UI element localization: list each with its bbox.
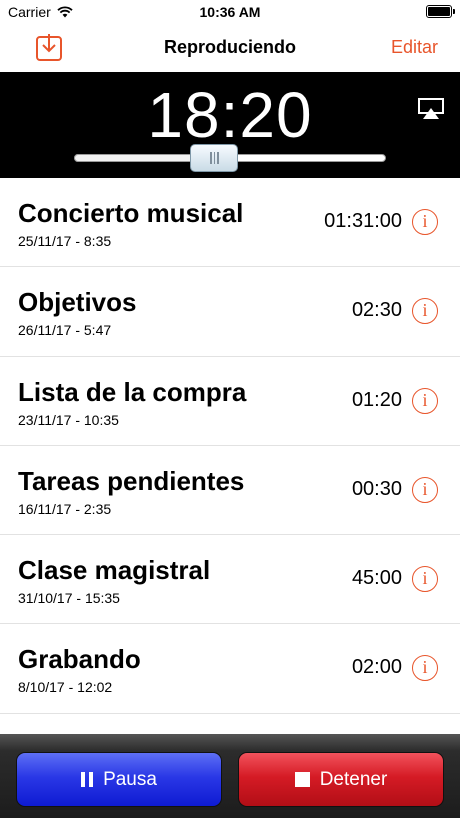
stop-icon <box>294 772 310 787</box>
stop-button[interactable]: Detener <box>238 752 444 807</box>
recording-title: Concierto musical <box>18 198 244 228</box>
info-icon[interactable]: i <box>412 209 438 235</box>
recording-title: Objetivos <box>18 287 137 318</box>
list-item[interactable]: Concierto musical 25/11/17 - 8:35 01:31:… <box>0 178 460 268</box>
recording-date: 16/11/17 - 2:35 <box>18 500 112 517</box>
list-item[interactable]: Clase magistral 31/10/17 - 15:35 45:00 i <box>0 535 460 625</box>
recording-duration: 01:31:00 <box>324 210 402 232</box>
recording-duration: 45:00 <box>351 567 402 590</box>
recording-date: 26/11/17 - 5:47 <box>18 322 112 339</box>
list-item[interactable]: Objetivos 26/11/17 - 5:47 02:30 i <box>0 267 460 357</box>
recordings-list: Concierto musical 25/11/17 - 8:35 01:31:… <box>0 178 460 714</box>
pause-icon <box>81 772 94 787</box>
list-item[interactable]: Grabando 8/10/17 - 12:02 02:00 i <box>0 624 460 714</box>
status-bar: Carrier 10:36 AM <box>0 0 460 24</box>
playback-time: 18:20 <box>147 79 313 151</box>
pause-label: Pausa <box>103 768 157 790</box>
airplay-icon[interactable] <box>418 98 444 120</box>
recording-title: Clase magistral <box>18 555 211 586</box>
player-header: 18:20 <box>0 72 460 178</box>
info-icon[interactable]: i <box>412 298 438 325</box>
slider-thumb[interactable] <box>190 144 239 172</box>
stop-label: Detener <box>319 768 388 790</box>
list-item[interactable]: Lista de la compra 23/11/17 - 10:35 01:2… <box>0 357 460 446</box>
info-icon[interactable]: i <box>412 655 438 682</box>
recording-date: 8/10/17 - 12:02 <box>18 679 113 696</box>
recording-title: Lista de la compra <box>18 376 247 407</box>
info-icon[interactable]: i <box>412 476 438 503</box>
info-icon[interactable]: i <box>412 566 438 593</box>
edit-button[interactable]: Editar <box>391 37 438 58</box>
navigation-bar: Reproduciendo Editar <box>0 24 460 72</box>
list-item[interactable]: Tareas pendientes 16/11/17 - 2:35 00:30 … <box>0 446 460 536</box>
recording-duration: 02:30 <box>351 299 402 322</box>
pause-button[interactable]: Pausa <box>16 752 222 807</box>
playback-slider[interactable] <box>74 144 386 172</box>
bottom-toolbar: Pausa Detener <box>0 734 460 818</box>
recording-duration: 02:00 <box>351 656 402 679</box>
recording-duration: 00:30 <box>351 477 402 500</box>
recording-date: 25/11/17 - 8:35 <box>18 233 112 249</box>
recording-duration: 01:20 <box>351 388 402 411</box>
recording-date: 31/10/17 - 15:35 <box>18 590 120 607</box>
battery-icon <box>426 5 455 18</box>
recording-title: Tareas pendientes <box>18 465 245 496</box>
status-time: 10:36 AM <box>199 4 261 20</box>
recording-title: Grabando <box>18 644 141 675</box>
recording-date: 23/11/17 - 10:35 <box>18 411 119 428</box>
info-icon[interactable]: i <box>412 387 438 414</box>
